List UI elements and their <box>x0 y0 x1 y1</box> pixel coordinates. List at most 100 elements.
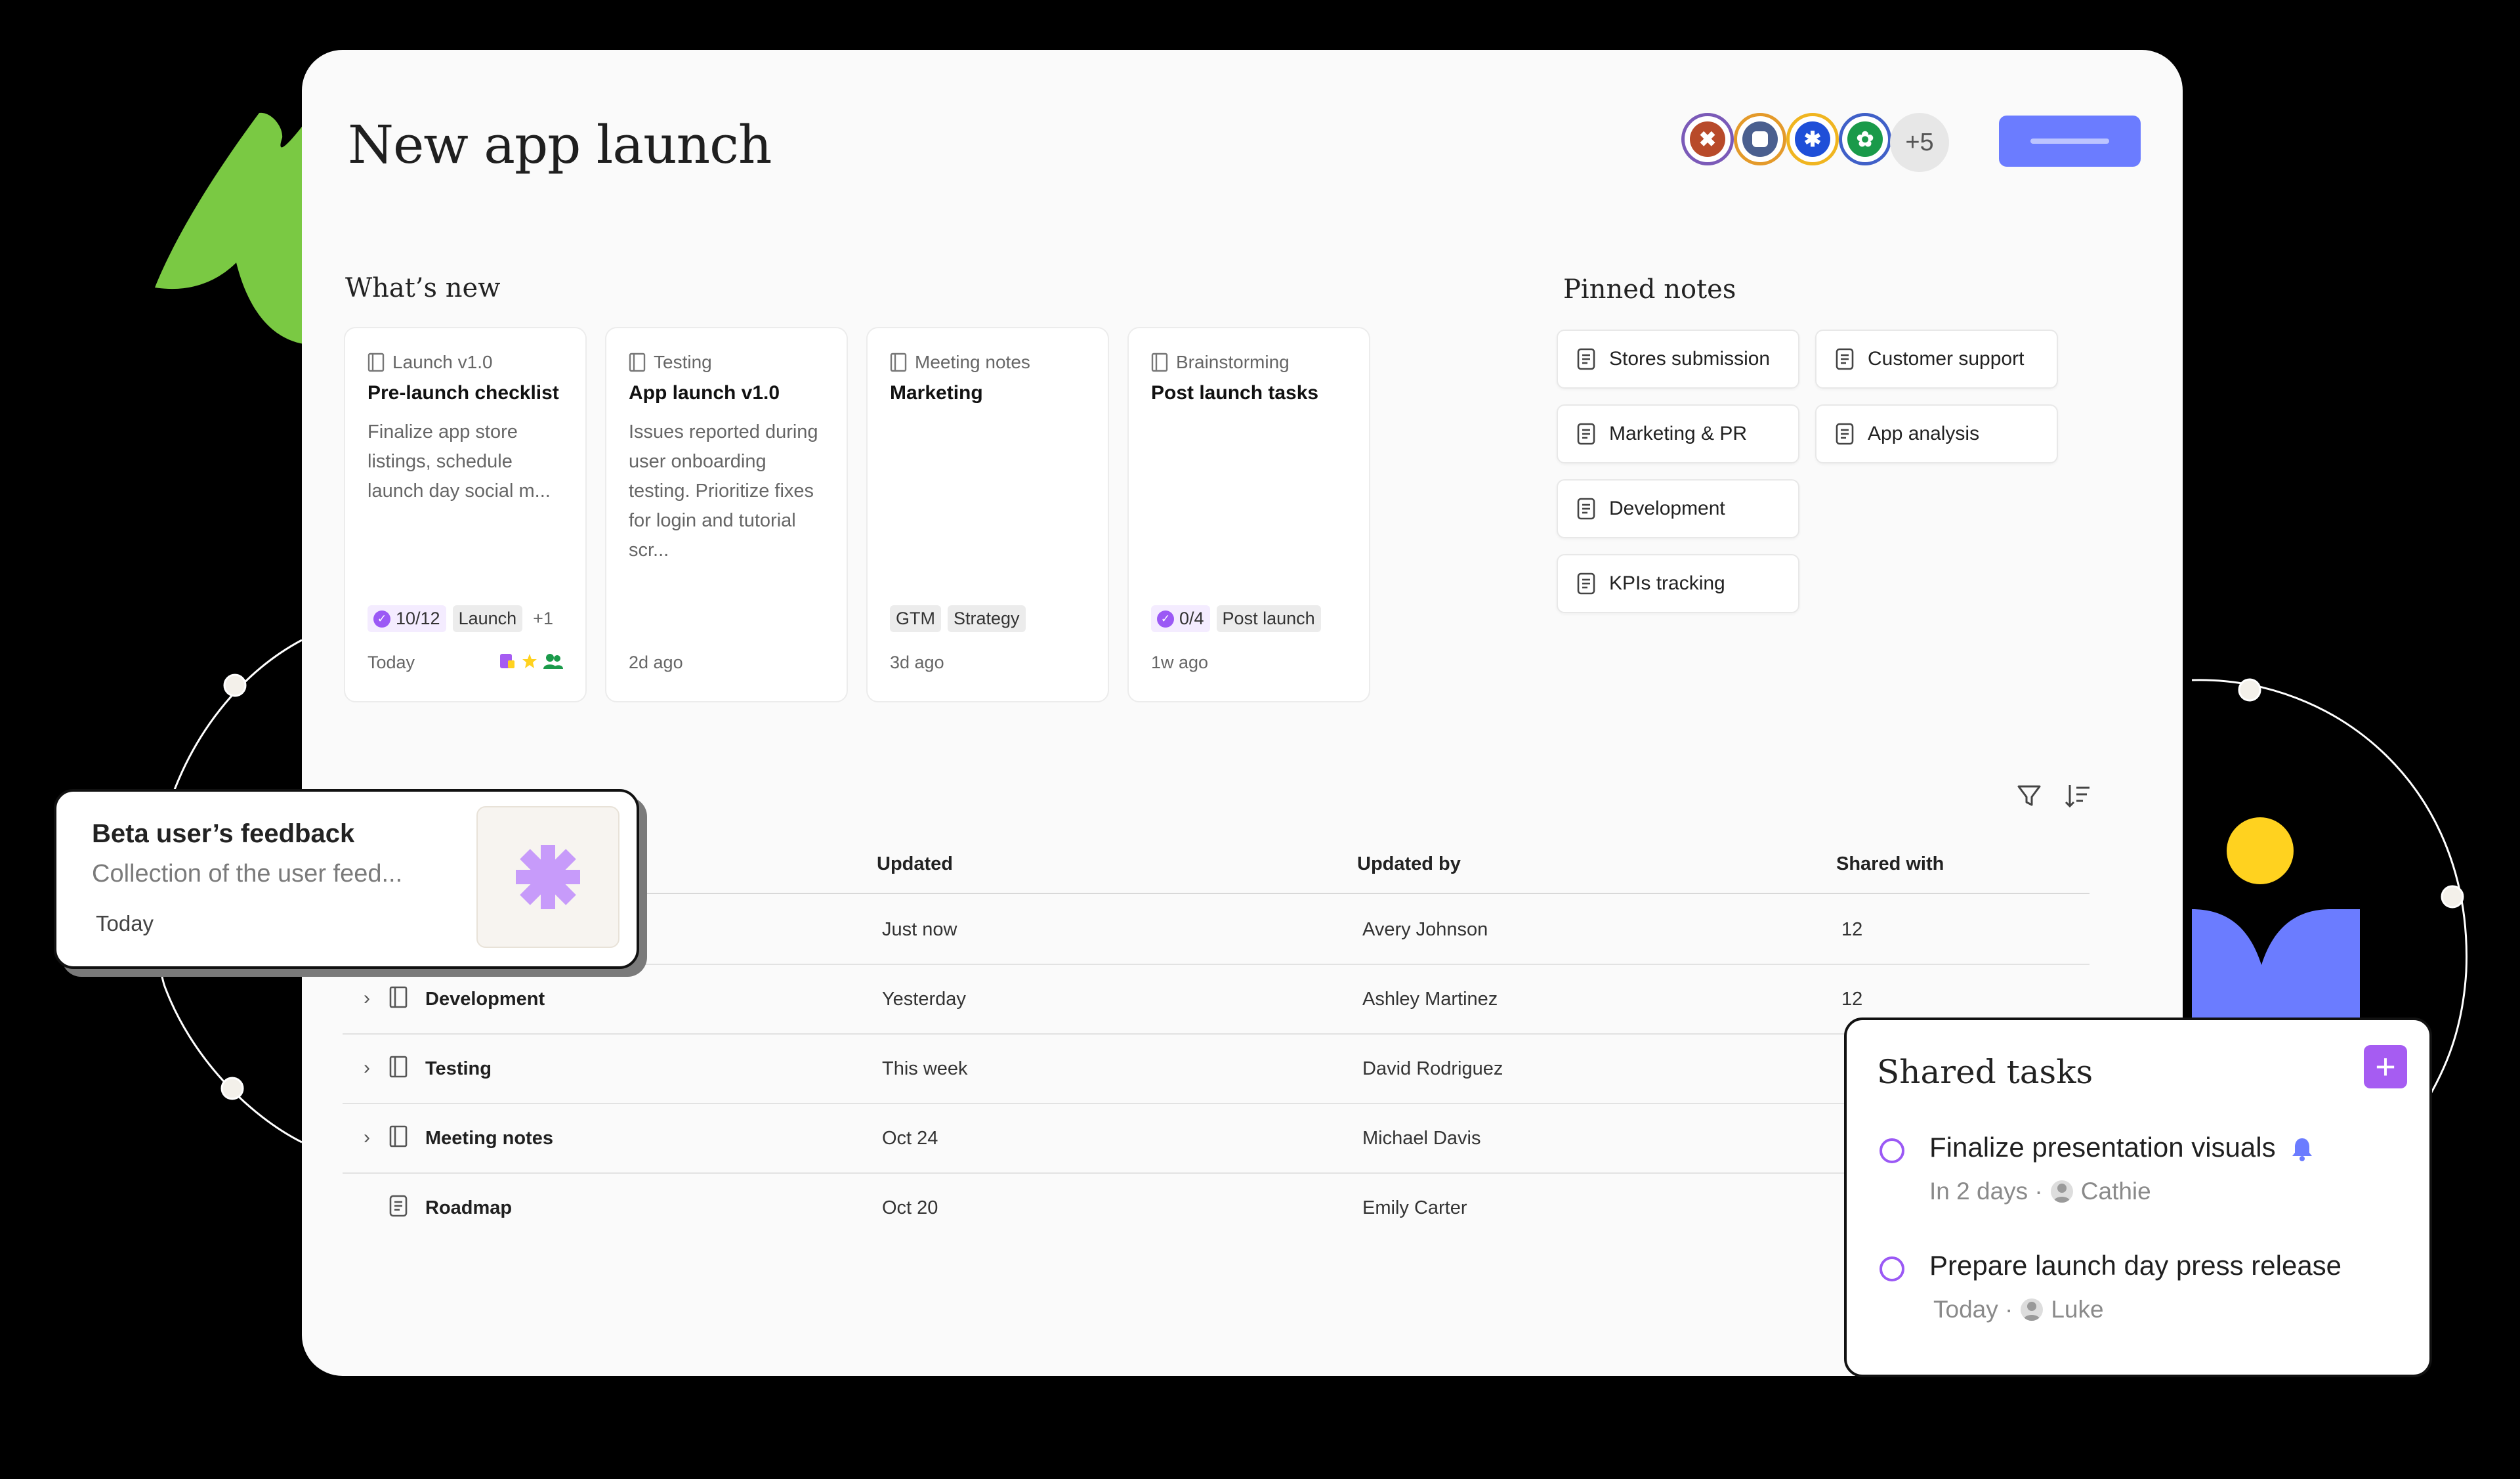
note-icon <box>1836 423 1854 445</box>
card-time: 3d ago <box>890 653 944 672</box>
row-updated-by: David Rodriguez <box>1362 1058 1503 1079</box>
avatar-clover-green-icon: ✿ <box>1847 121 1883 157</box>
task-checkbox[interactable] <box>1880 1256 1904 1281</box>
pinned-note-label: Customer support <box>1868 348 2025 370</box>
card-activity-icons <box>499 653 563 670</box>
tag: Post launch <box>1216 605 1321 632</box>
card-category-label: Testing <box>654 352 712 372</box>
note-card-app-launch[interactable]: Testing App launch v1.0 Issues reported … <box>605 327 848 702</box>
avatar[interactable]: ✿ <box>1839 113 1891 165</box>
card-time: 2d ago <box>629 653 683 672</box>
green-leaf-shape <box>155 112 308 345</box>
progress-badge: ✓ 10/12 <box>368 605 446 632</box>
pinned-note-item[interactable]: Customer support <box>1815 330 2058 389</box>
pinned-note-label: Development <box>1609 498 1725 519</box>
avatar[interactable]: ✱ <box>1786 113 1839 165</box>
card-category: Testing <box>629 352 712 373</box>
notebook-icon <box>389 986 408 1008</box>
row-name: Development <box>425 989 545 1010</box>
progress-label: 10/12 <box>396 609 440 628</box>
feedback-thumbnail <box>476 806 620 948</box>
feedback-title: Beta user’s feedback <box>92 819 355 848</box>
row-name: Testing <box>425 1058 492 1079</box>
avatars-more-count[interactable]: +5 <box>1890 113 1949 172</box>
task-checkbox[interactable] <box>1880 1138 1904 1163</box>
pinned-note-item[interactable]: Stores submission <box>1557 330 1799 389</box>
pinned-notes-title: Pinned notes <box>1563 274 1736 305</box>
pinned-note-item[interactable]: Development <box>1557 479 1799 538</box>
row-name: Meeting notes <box>425 1128 553 1149</box>
blue-book-shape <box>2192 909 2360 1024</box>
table-row[interactable]: › Meeting notes Oct 24 Michael Davis <box>343 1103 2090 1174</box>
table-row[interactable]: › Testing This week David Rodriguez <box>343 1033 2090 1104</box>
pinned-note-label: Stores submission <box>1609 348 1771 370</box>
chevron-right-icon[interactable]: › <box>364 987 370 1010</box>
avatar-square-blue-icon <box>1742 121 1778 157</box>
row-shared-with: 12 <box>1841 919 1863 940</box>
note-icon <box>1836 348 1854 370</box>
note-card-post-launch[interactable]: Brainstorming Post launch tasks ✓ 0/4 Pos… <box>1127 327 1370 702</box>
avatar-flower-orange-icon: ✖ <box>1690 121 1725 157</box>
pinned-note-item[interactable]: App analysis <box>1815 404 2058 463</box>
notebook-icon <box>389 1056 408 1078</box>
avatar-asterisk-blue-icon: ✱ <box>1795 121 1830 157</box>
note-icon <box>1577 423 1595 445</box>
pinned-note-item[interactable]: Marketing & PR <box>1557 404 1799 463</box>
progress-label: 0/4 <box>1179 609 1204 628</box>
row-shared-with: 12 <box>1841 989 1863 1010</box>
feedback-card[interactable]: Beta user’s feedback Collection of the u… <box>54 789 639 969</box>
card-category: Brainstorming <box>1151 352 1290 373</box>
task-meta: In 2 days · Cathie <box>1929 1178 2151 1205</box>
people-icon <box>543 654 563 669</box>
avatar[interactable] <box>1734 113 1786 165</box>
table-row[interactable]: › Development Yesterday Ashley Martinez … <box>343 964 2090 1035</box>
task-title[interactable]: Finalize presentation visuals <box>1929 1132 2276 1163</box>
pinned-note-item[interactable]: KPIs tracking <box>1557 554 1799 613</box>
notebook-icon <box>389 1125 408 1147</box>
note-edit-icon <box>500 654 514 668</box>
card-description: Issues reported during user onboarding t… <box>629 421 818 561</box>
card-time: 1w ago <box>1151 653 1209 672</box>
row-updated: Just now <box>882 919 957 940</box>
button-placeholder-bar <box>2030 139 2109 144</box>
pinned-note-label: KPIs tracking <box>1609 572 1725 594</box>
asterisk-icon <box>516 845 580 909</box>
card-category-label: Meeting notes <box>915 352 1030 372</box>
card-category-label: Brainstorming <box>1176 352 1290 372</box>
note-card-marketing[interactable]: Meeting notes Marketing GTM Strategy 3d … <box>866 327 1109 702</box>
row-updated: Yesterday <box>882 989 966 1010</box>
filter-icon[interactable] <box>2012 779 2046 813</box>
task-assignee: Luke <box>2051 1296 2104 1323</box>
card-description: Finalize app store listings, schedule la… <box>368 421 551 502</box>
column-header-shared-with[interactable]: Shared with <box>1836 853 1944 875</box>
progress-badge: ✓ 0/4 <box>1151 605 1210 632</box>
primary-action-button[interactable] <box>1999 116 2141 167</box>
note-icon <box>1577 348 1595 370</box>
chevron-right-icon[interactable]: › <box>364 1126 370 1149</box>
column-header-updated-by[interactable]: Updated by <box>1357 853 1461 875</box>
card-title: Post launch tasks <box>1151 382 1319 404</box>
tag: GTM <box>890 605 941 632</box>
yellow-circle-shape <box>2227 817 2294 884</box>
row-updated: Oct 20 <box>882 1197 938 1218</box>
user-avatar-icon <box>2021 1298 2044 1321</box>
card-category: Meeting notes <box>890 352 1030 373</box>
sort-icon[interactable] <box>2061 779 2095 813</box>
bell-icon <box>2292 1138 2312 1161</box>
task-title[interactable]: Prepare launch day press release <box>1929 1250 2342 1281</box>
row-updated-by: Michael Davis <box>1362 1128 1481 1149</box>
feedback-description: Collection of the user feed... <box>92 860 403 888</box>
add-task-button[interactable]: + <box>2364 1045 2407 1088</box>
note-card-pre-launch[interactable]: Launch v1.0 Pre-launch checklist Finaliz… <box>344 327 587 702</box>
avatar[interactable]: ✖ <box>1681 113 1734 165</box>
table-row[interactable]: Roadmap Oct 20 Emily Carter <box>343 1172 2090 1242</box>
notebook-icon <box>890 353 907 372</box>
feedback-time: Today <box>96 911 154 935</box>
card-tags: GTM Strategy <box>890 605 1026 632</box>
card-time: Today <box>368 653 415 672</box>
task-due: Today · <box>1933 1296 2013 1323</box>
row-name: Roadmap <box>425 1197 513 1218</box>
task-meta: Today · Luke <box>1933 1296 2104 1323</box>
chevron-right-icon[interactable]: › <box>364 1057 370 1079</box>
column-header-updated[interactable]: Updated <box>877 853 953 875</box>
